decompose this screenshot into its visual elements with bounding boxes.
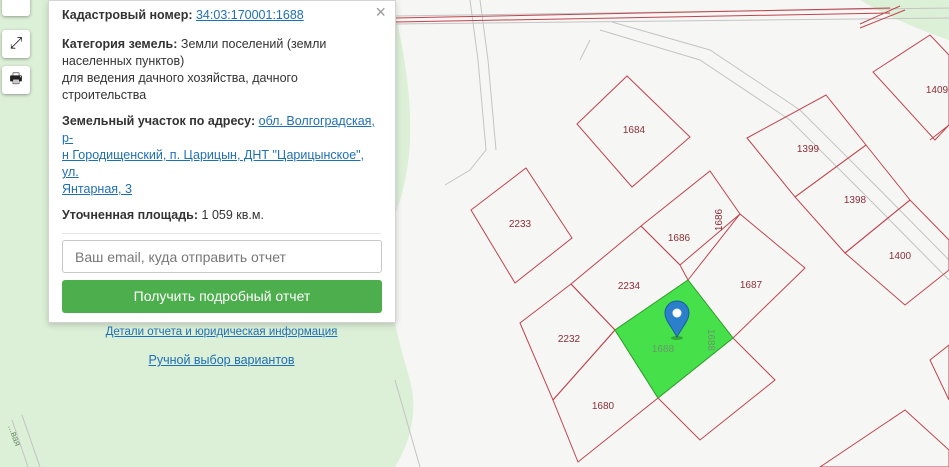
parcel-label: 1400 [889,251,912,262]
cadastral-label: Кадастровый номер: [62,8,193,22]
parcel-label: 2232 [558,334,581,345]
area-row: Уточненная площадь: 1 059 кв.м. [62,207,381,224]
parcel-label: 1680 [592,401,615,412]
manual-link-row: Ручной выбор вариантов [62,352,381,369]
parcel-label: 2233 [509,219,532,230]
parcel-label: 1688 [705,329,716,352]
divider [62,233,381,234]
land-category-row: Категория земель: Земли поселений (земли… [62,36,381,104]
address-row: Земельный участок по адресу: обл. Волгог… [62,113,381,198]
parcel-label: 1686 [668,233,691,244]
parcel-label: 1398 [844,195,867,206]
details-link-row: Детали отчета и юридическая информация [62,324,381,341]
category-value: Земли поселений (земли [180,37,327,51]
address-link-3[interactable]: Янтарная, 3 [62,182,132,196]
email-input[interactable] [62,240,382,273]
get-report-button[interactable]: Получить подробный отчет [62,280,382,313]
parcel-label: 1687 [740,280,763,291]
close-icon[interactable]: × [375,3,386,21]
parcel-label: 1688 [652,344,675,355]
parcel-label: 2234 [618,281,641,292]
parcel-label: 1399 [797,144,820,155]
area-label: Уточненная площадь: [62,208,199,222]
print-icon[interactable]: 🖶 [2,66,30,94]
parcel-label: 1409 [926,85,949,96]
address-label: Земельный участок по адресу: [62,114,256,128]
print-glyph: 🖶 [9,70,23,86]
cadastral-number-link[interactable]: 34:03:170001:1688 [196,8,304,22]
address-link-2[interactable]: н Городищенский, п. Царицын, ДНТ "Царицы… [62,148,364,179]
category-value-3: для ведения дачного хозяйства, дачного с… [62,71,298,102]
expand-glyph: ⤢ [9,35,23,52]
manual-selection-link[interactable]: Ручной выбор вариантов [149,353,295,367]
category-value-2: населенных пунктов) [62,54,185,68]
category-label: Категория земель: [62,37,178,51]
expand-icon[interactable]: ⤢ [2,30,30,58]
parcel-label: 1684 [623,125,646,136]
cadastral-number-row: Кадастровый номер: 34:03:170001:1688 [62,7,381,24]
parcel-label: 1686 [714,208,725,231]
area-value: 1 059 кв.м. [201,208,264,222]
parcel-info-popup: × Кадастровый номер: 34:03:170001:1688 К… [48,0,396,367]
details-link[interactable]: Детали отчета и юридическая информация [106,326,338,338]
map-control-top[interactable] [2,0,30,16]
